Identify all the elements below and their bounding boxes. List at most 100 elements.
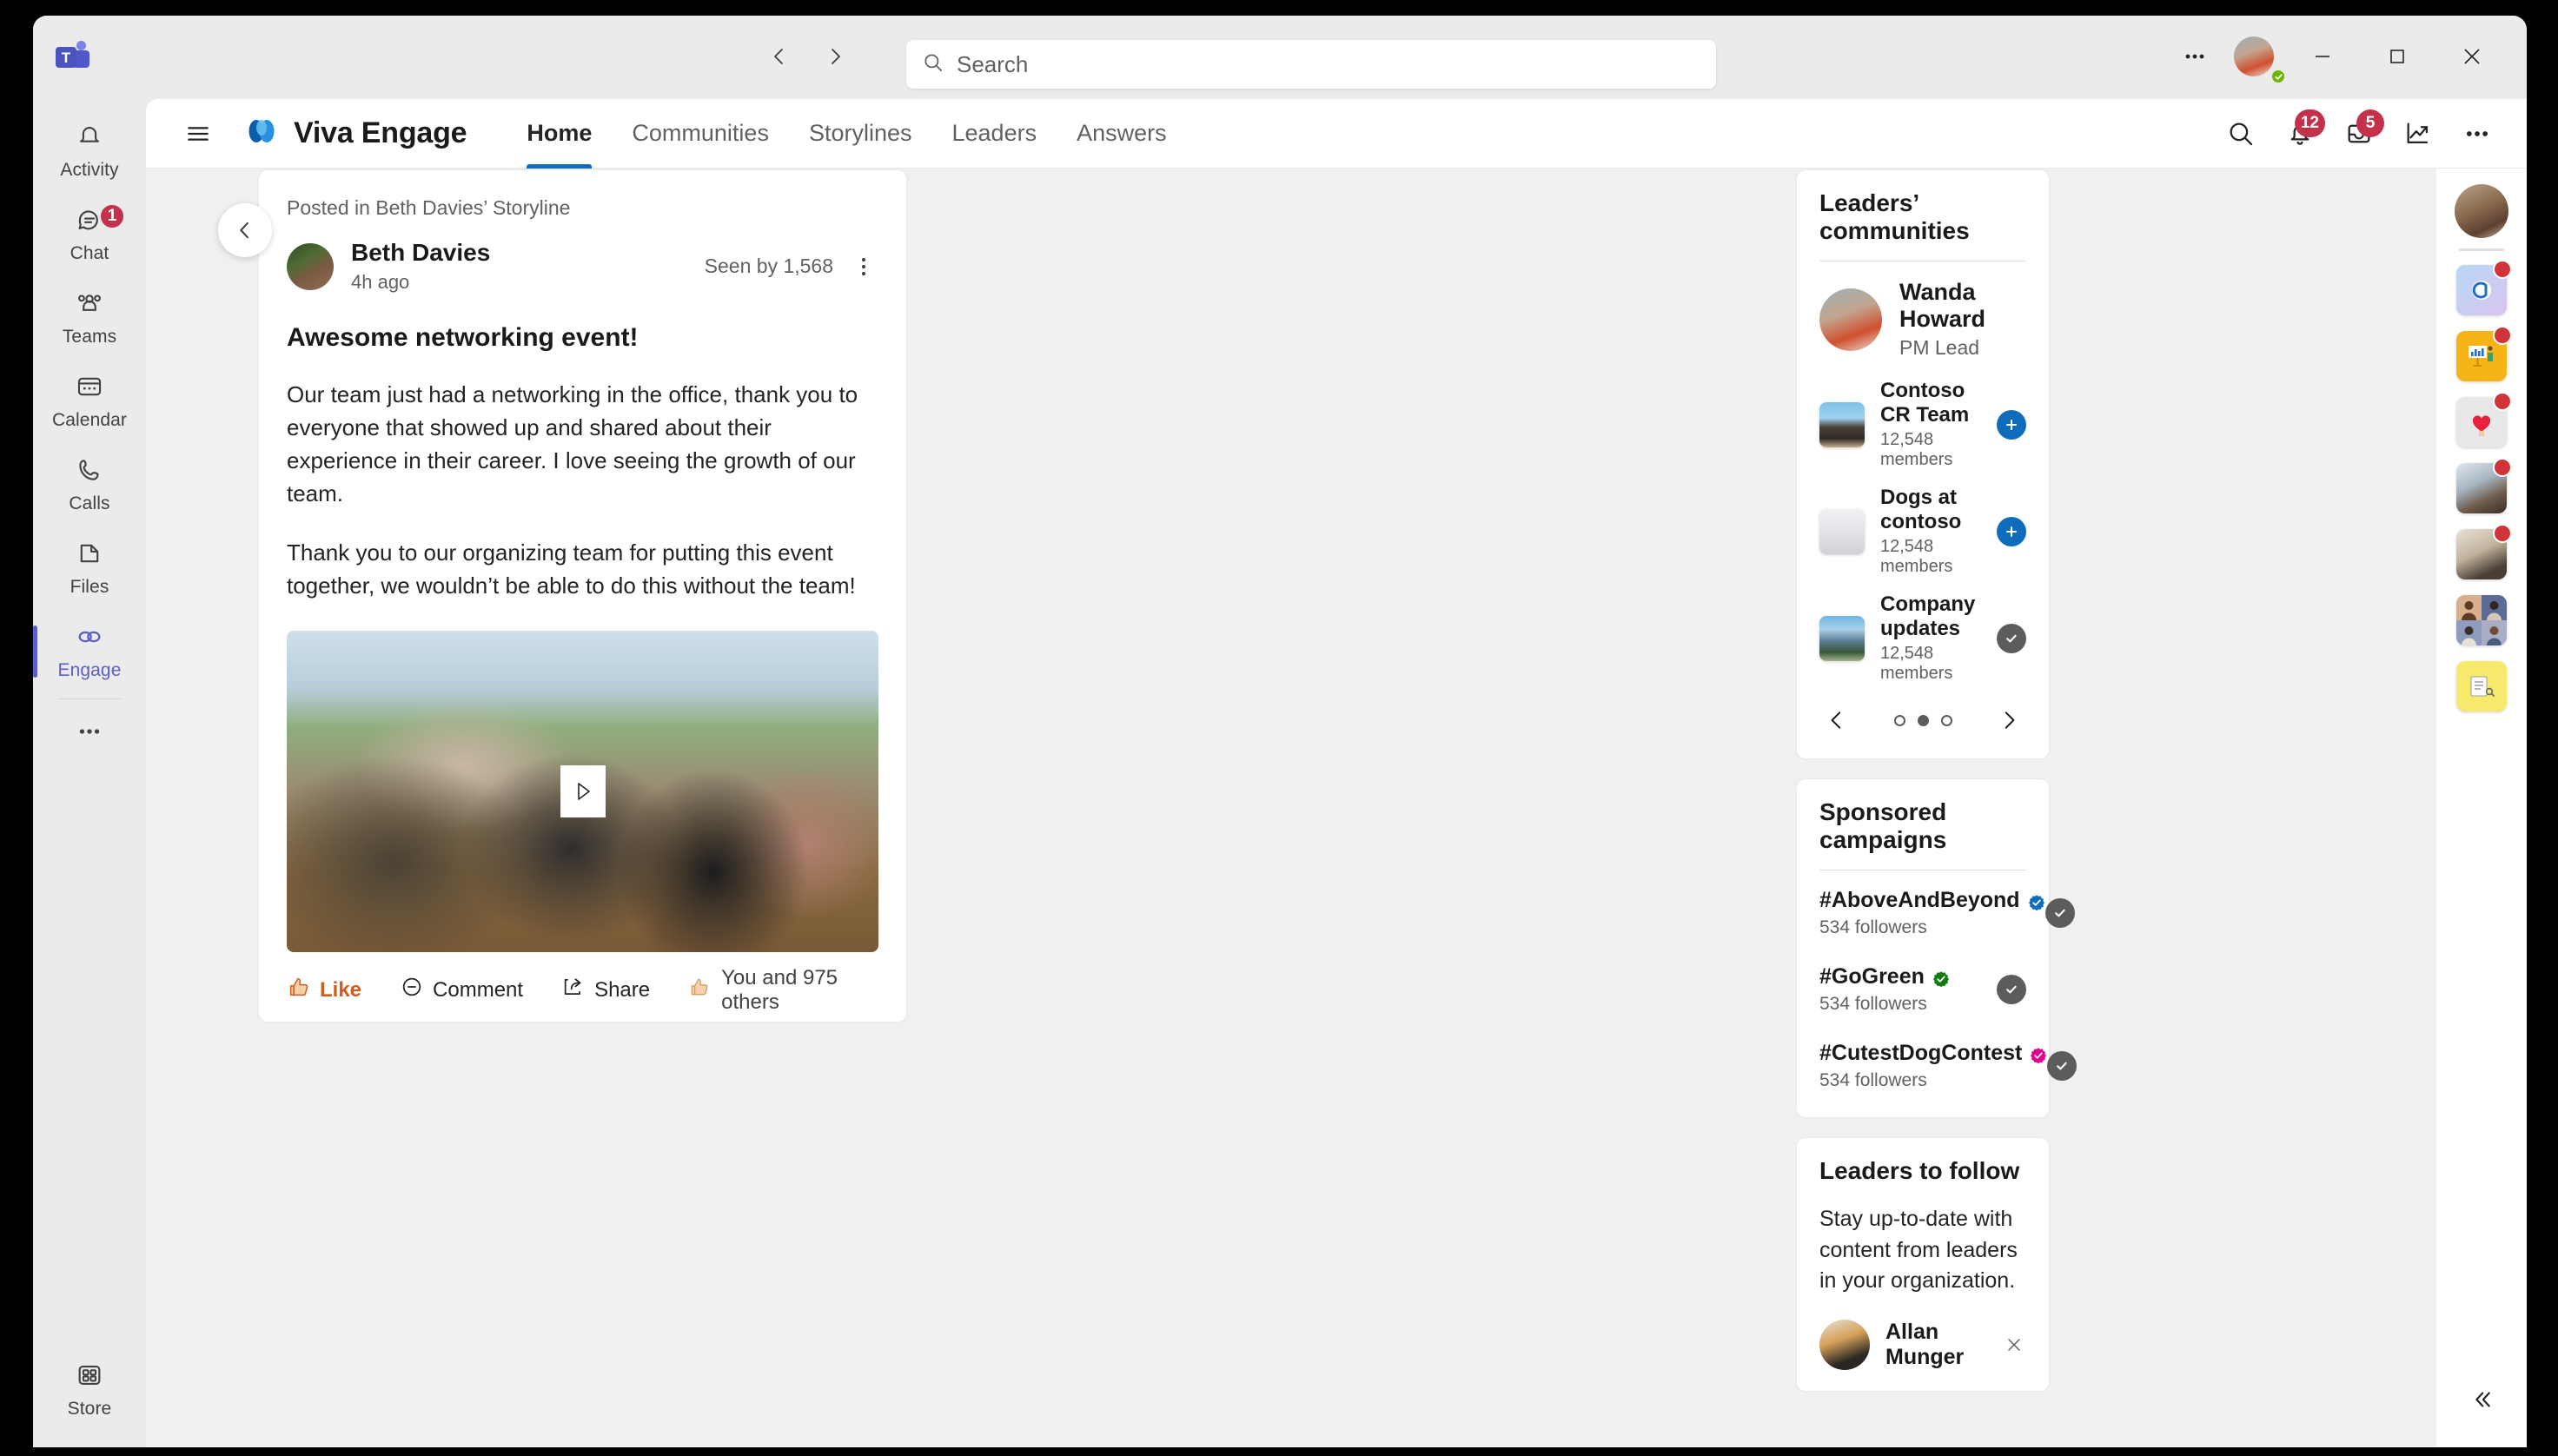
app-person-chat-icon[interactable]	[2456, 458, 2512, 513]
search-icon[interactable]	[2214, 107, 2268, 161]
app-notification-dot	[2493, 458, 2512, 477]
app-presentation-icon[interactable]	[2456, 326, 2512, 381]
far-right-rail	[2435, 169, 2527, 1446]
list-item[interactable]: Dogs at contoso 12,548 members	[1819, 486, 2026, 577]
search-input[interactable]: Search	[906, 40, 1716, 89]
like-button[interactable]: Like	[287, 975, 361, 1005]
carousel-dot[interactable]	[1893, 714, 1905, 726]
campaign-follow-button[interactable]	[2044, 898, 2075, 928]
app-copilot-icon[interactable]	[2456, 260, 2512, 315]
collapse-pane-button[interactable]	[2457, 1375, 2506, 1424]
post-paragraph-1: Our team just had a networking in the of…	[287, 381, 858, 506]
verified-badge-icon	[2030, 1045, 2047, 1063]
forward-button[interactable]	[818, 40, 852, 73]
comment-label: Comment	[433, 977, 524, 1002]
post-author-name[interactable]: Beth Davies	[351, 239, 490, 267]
divider	[2459, 248, 2504, 251]
seen-by-count: Seen by 1,568	[704, 255, 833, 277]
list-item[interactable]: #GoGreen 534 followers	[1819, 964, 2026, 1015]
share-button[interactable]: Share	[561, 975, 650, 1005]
reactions-summary[interactable]: You and 975 others	[688, 966, 878, 1015]
app-notification-dot	[2493, 326, 2512, 345]
viva-engage-logo-icon	[243, 113, 280, 154]
window-nav-arrows	[763, 40, 852, 73]
activity-bell-icon	[75, 122, 104, 156]
minimize-button[interactable]	[2285, 30, 2360, 83]
post-actions-bar: Like Comment Share You and 975 others	[287, 964, 878, 1022]
campaign-follow-button[interactable]	[2047, 1051, 2078, 1081]
join-community-button[interactable]	[1997, 409, 2026, 440]
sidebar-item-calls[interactable]: Calls	[33, 443, 146, 526]
campaign-name: #GoGreen	[1819, 964, 1925, 989]
page-body: Posted in Beth Davies’ Storyline Beth Da…	[146, 169, 2527, 1446]
chat-unread-badge: 1	[99, 203, 125, 229]
carousel-next-button[interactable]	[1991, 703, 2026, 738]
viva-engage-brand[interactable]: Viva Engage	[243, 113, 467, 154]
app-praise-heart-icon[interactable]	[2456, 392, 2512, 447]
join-community-button[interactable]	[1997, 516, 2026, 546]
sidebar-item-label: Files	[70, 577, 109, 597]
sidebar-item-chat[interactable]: 1 Chat	[33, 193, 146, 276]
list-item[interactable]: Contoso CR Team 12,548 members	[1819, 379, 2026, 470]
close-button[interactable]	[2435, 30, 2509, 83]
community-members: 12,548 members	[1880, 537, 1953, 576]
sidebar-item-teams[interactable]: Teams	[33, 276, 146, 360]
comment-icon	[400, 975, 424, 1005]
settings-more-icon[interactable]	[2167, 30, 2223, 83]
engage-icon	[75, 622, 104, 656]
teams-logo-icon: T	[54, 40, 90, 75]
viva-engage-header: Viva Engage Home Communities Storylines …	[146, 99, 2527, 169]
avatar[interactable]	[2455, 184, 2508, 238]
comment-button[interactable]: Comment	[400, 975, 523, 1005]
more-options-icon[interactable]	[2450, 107, 2504, 161]
list-item[interactable]: #AboveAndBeyond 534 followers	[1819, 888, 2075, 938]
notifications-bell-icon[interactable]: 12	[2273, 107, 2327, 161]
post-title: Awesome networking event!	[287, 323, 639, 352]
list-item[interactable]: Allan Munger	[1819, 1319, 2026, 1370]
calendar-icon	[75, 372, 104, 406]
avatar[interactable]	[287, 242, 334, 290]
content-shell: Viva Engage Home Communities Storylines …	[146, 99, 2527, 1447]
avatar[interactable]	[2223, 30, 2286, 84]
app-meeting-icon[interactable]	[2456, 524, 2512, 579]
campaign-follow-button[interactable]	[1997, 975, 2026, 1004]
tab-communities[interactable]: Communities	[612, 99, 789, 169]
tab-home[interactable]: Home	[507, 99, 612, 169]
tab-leaders[interactable]: Leaders	[932, 99, 1057, 169]
app-notes-icon[interactable]	[2456, 661, 2507, 711]
post-video-thumbnail[interactable]	[287, 630, 878, 952]
sidebar-item-calendar[interactable]: Calendar	[33, 360, 146, 443]
title-bar: T Search	[33, 16, 2527, 97]
carousel-dot-active[interactable]	[1917, 714, 1929, 726]
sidebar-item-store[interactable]: Store	[33, 1348, 146, 1432]
menu-hamburger-icon[interactable]	[172, 108, 224, 160]
carousel-prev-button[interactable]	[1819, 703, 1854, 738]
list-item[interactable]: Company updates 12,548 members	[1819, 592, 2026, 684]
inbox-icon[interactable]: 5	[2332, 107, 2386, 161]
tab-answers[interactable]: Answers	[1057, 99, 1187, 169]
back-to-feed-button[interactable]	[218, 203, 272, 257]
sidebar-item-files[interactable]: Files	[33, 526, 146, 610]
leader-profile[interactable]: Wanda Howard PM Lead	[1819, 279, 2026, 360]
post-more-options-icon[interactable]	[849, 249, 878, 284]
post-paragraph-2: Thank you to our organizing team for put…	[287, 539, 856, 599]
app-people-grid-icon[interactable]	[2456, 595, 2507, 645]
back-button[interactable]	[763, 40, 796, 73]
sidebar-more-apps-button[interactable]	[33, 699, 146, 764]
campaign-name: #AboveAndBeyond	[1819, 888, 2020, 912]
play-button-icon[interactable]	[560, 764, 606, 817]
joined-community-button[interactable]	[1997, 623, 2026, 653]
tab-storylines[interactable]: Storylines	[789, 99, 932, 169]
sidebar-item-engage[interactable]: Engage	[33, 610, 146, 693]
presence-available-icon	[2270, 69, 2286, 84]
analytics-trend-icon[interactable]	[2391, 107, 2445, 161]
app-rail: Activity 1 Chat Teams Calendar Calls Fil…	[33, 97, 146, 1447]
maximize-button[interactable]	[2360, 30, 2435, 83]
reactions-summary-label: You and 975 others	[721, 965, 838, 1014]
carousel-dot[interactable]	[1940, 714, 1952, 726]
list-item[interactable]: #CutestDogContest 534 followers	[1819, 1041, 2078, 1091]
sidebar-item-activity[interactable]: Activity	[33, 109, 146, 193]
sidebar-item-label: Chat	[70, 243, 109, 263]
close-icon[interactable]	[2001, 1330, 2026, 1360]
like-label: Like	[320, 977, 362, 1002]
